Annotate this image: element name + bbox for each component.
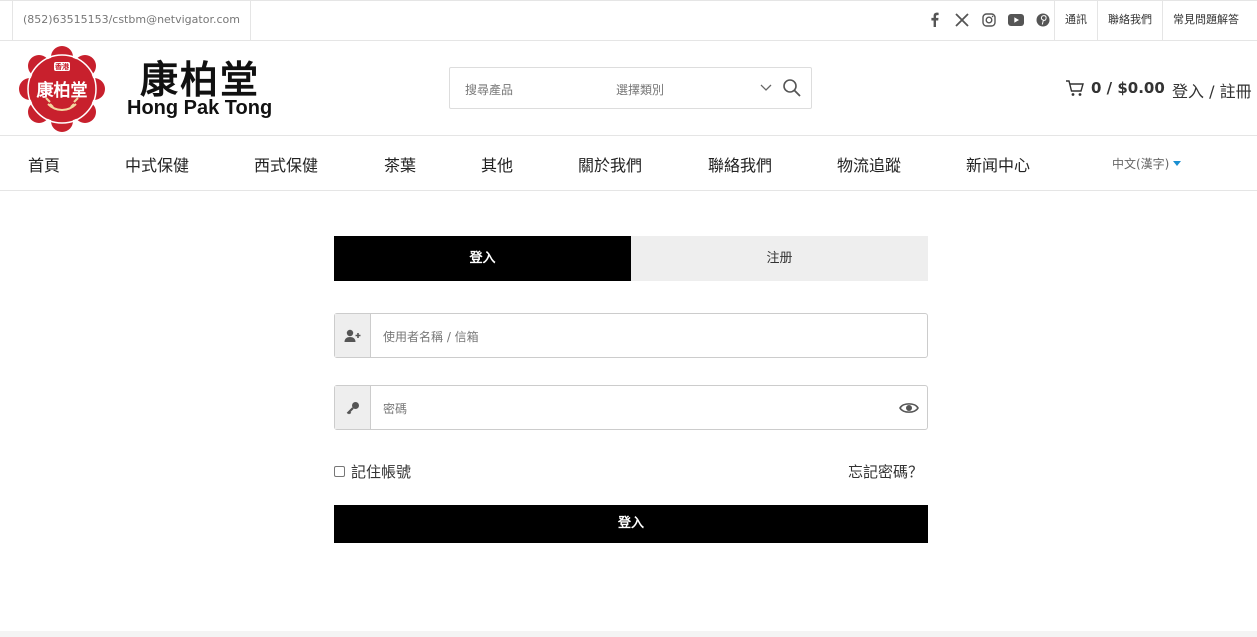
pinterest-icon[interactable]	[1034, 11, 1051, 28]
nav-item-home[interactable]: 首頁	[28, 152, 60, 176]
category-select[interactable]: 選擇類別	[616, 81, 664, 98]
logo[interactable]: 香港 康柏堂	[18, 46, 106, 132]
tab-register[interactable]: 注册	[631, 236, 928, 281]
tab-login[interactable]: 登入	[334, 236, 631, 281]
brand-name-english: Hong Pak Tong	[127, 97, 273, 119]
nav-item-contact[interactable]: 聯絡我們	[708, 152, 772, 176]
language-label: 中文(漢字)	[1112, 157, 1170, 171]
nav-item-other[interactable]: 其他	[481, 152, 513, 176]
auth-tabs: 登入 注册	[334, 236, 928, 281]
main-nav: 首頁 中式保健 西式保健 茶葉 其他 關於我們 聯絡我們 物流追蹤 新闻中心 中…	[0, 136, 1257, 191]
cart-button[interactable]: 0 / $0.00	[1065, 79, 1165, 97]
toplink-faq[interactable]: 常見問題解答	[1162, 1, 1249, 41]
cart-total: 0 / $0.00	[1091, 79, 1165, 97]
remember-label: 記住帳號	[351, 463, 412, 481]
search-bar: 搜尋產品 選擇類別	[449, 67, 812, 109]
x-icon[interactable]	[953, 11, 970, 28]
chevron-down-icon[interactable]	[759, 80, 773, 94]
username-input[interactable]: 使用者名稱 / 信箱	[383, 328, 479, 345]
search-icon[interactable]	[782, 78, 802, 98]
top-links: 通訊 聯絡我們 常見問題解答	[1054, 1, 1249, 41]
nav-item-tea[interactable]: 茶葉	[384, 152, 416, 176]
user-plus-icon	[335, 314, 371, 357]
youtube-icon[interactable]	[1007, 11, 1024, 28]
social-links	[926, 11, 1051, 28]
nav-item-news[interactable]: 新闻中心	[966, 152, 1030, 176]
top-bar: (852)63515153/cstbm@netvigator.com 通訊 聯絡…	[0, 0, 1257, 41]
logo-small-text: 香港	[55, 63, 69, 71]
nav-item-chinese-health[interactable]: 中式保健	[125, 152, 189, 176]
eye-icon[interactable]	[899, 398, 919, 418]
facebook-icon[interactable]	[926, 11, 943, 28]
login-register-link[interactable]: 登入 / 註冊	[1172, 78, 1252, 102]
caret-down-icon	[1173, 161, 1182, 166]
nav-item-western-health[interactable]: 西式保健	[254, 152, 318, 176]
cart-icon	[1066, 80, 1084, 96]
nav-item-about[interactable]: 關於我們	[578, 152, 642, 176]
contact-info: (852)63515153/cstbm@netvigator.com	[12, 1, 251, 41]
remember-checkbox[interactable]	[334, 466, 345, 477]
password-input[interactable]: 密碼	[383, 400, 407, 417]
remember-me[interactable]: 記住帳號	[334, 461, 411, 482]
brand-name-chinese: 康柏堂	[140, 58, 261, 102]
footer-strip	[0, 631, 1257, 637]
nav-item-tracking[interactable]: 物流追蹤	[837, 152, 901, 176]
site-header: 香港 康柏堂 康柏堂 Hong Pak Tong 搜尋產品 選擇類別 0 / $…	[0, 41, 1257, 136]
instagram-icon[interactable]	[980, 11, 997, 28]
forgot-password-link[interactable]: 忘記密碼？	[848, 461, 923, 482]
toplink-contact[interactable]: 聯絡我們	[1097, 1, 1162, 41]
password-field[interactable]: 密碼	[334, 385, 928, 430]
language-selector[interactable]: 中文(漢字)	[1112, 155, 1182, 172]
toplink-newsletter[interactable]: 通訊	[1054, 1, 1097, 41]
login-submit-button[interactable]: 登入	[334, 505, 928, 543]
username-field[interactable]: 使用者名稱 / 信箱	[334, 313, 928, 358]
search-input[interactable]: 搜尋產品	[465, 81, 513, 98]
key-icon	[335, 386, 371, 429]
logo-text: 康柏堂	[36, 81, 88, 101]
